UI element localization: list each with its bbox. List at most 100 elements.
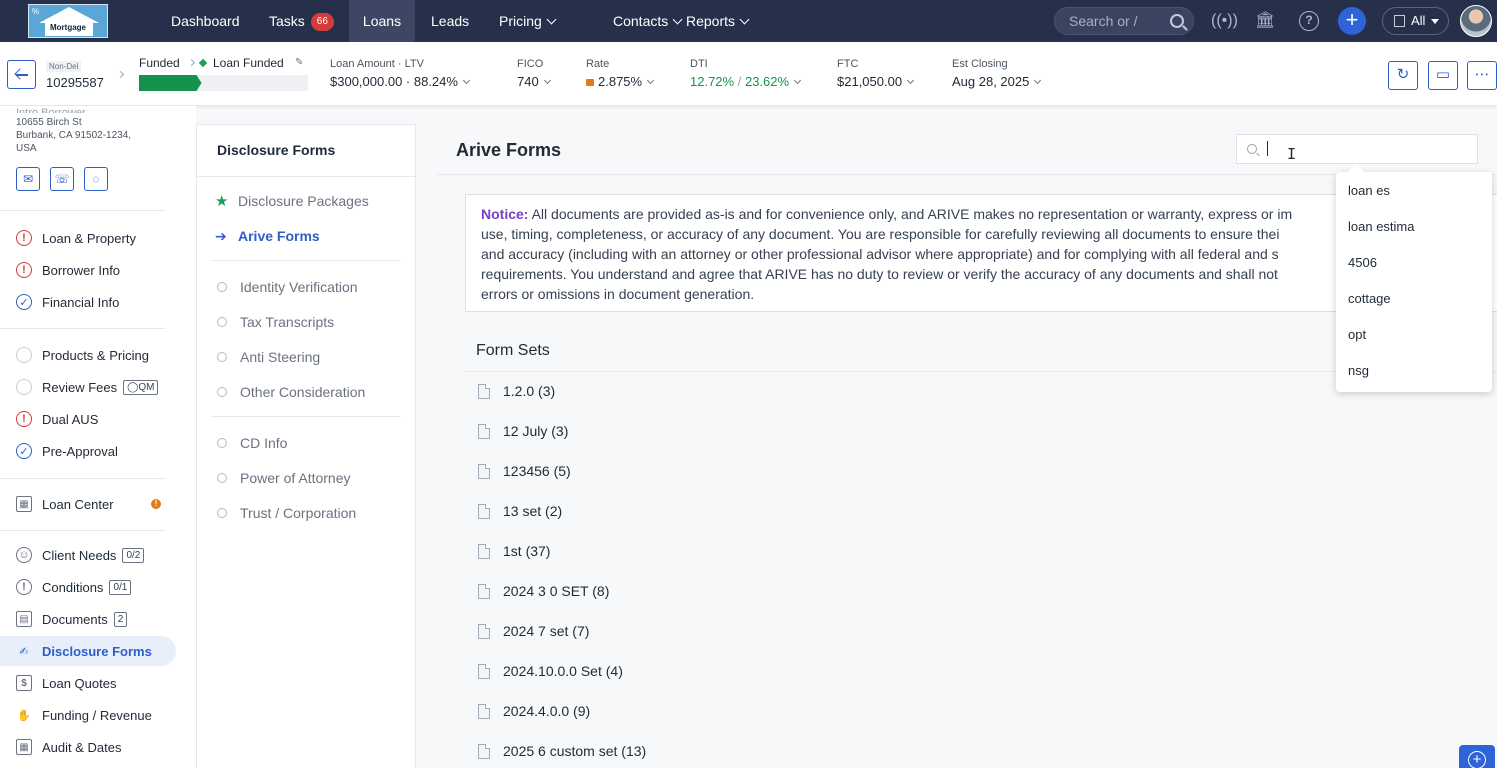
top-nav: % Mortgage Dashboard Tasks 66 Loans Leads… xyxy=(0,0,1497,42)
phone-button[interactable]: ☏ xyxy=(50,167,74,191)
company-logo[interactable]: % Mortgage xyxy=(28,4,108,38)
form-set-row[interactable]: 2024 3 0 SET (8) xyxy=(478,581,609,601)
bank-icon[interactable]: 🏛 xyxy=(1255,11,1275,31)
sidebar-item-dual-aus[interactable]: ! Dual AUS xyxy=(16,407,98,431)
stat-rate[interactable]: Rate 2.875% xyxy=(586,58,655,89)
loan-progress-fill xyxy=(139,75,202,91)
form-set-label: 13 set (2) xyxy=(503,503,563,519)
forms-search-field[interactable] xyxy=(1236,134,1478,164)
suggestion-item[interactable]: cottage xyxy=(1348,291,1391,306)
chevron-down-icon xyxy=(794,76,802,85)
sidebar-item-loan-quotes[interactable]: $ Loan Quotes xyxy=(16,671,116,695)
check-icon: ✓ xyxy=(16,443,32,459)
form-set-label: 12 July (3) xyxy=(503,423,569,439)
loan-number: 10295587 xyxy=(46,75,104,90)
sidebar-item-disclosure-forms[interactable]: ✍ Disclosure Forms xyxy=(16,639,151,663)
menu-anti-steering[interactable]: Anti Steering xyxy=(215,347,320,367)
qm-tag: ◯QM xyxy=(123,379,159,395)
suggestion-item[interactable]: loan es xyxy=(1348,183,1390,198)
text-cursor xyxy=(1267,141,1268,156)
sidebar-item-loan-property[interactable]: ! Loan & Property xyxy=(16,226,136,250)
nav-reports[interactable]: Reports xyxy=(674,0,760,42)
email-button[interactable]: ✉ xyxy=(16,167,40,191)
more-options-button[interactable]: ⋯ xyxy=(1467,61,1497,90)
menu-disclosure-packages[interactable]: ★ Disclosure Packages xyxy=(215,191,369,211)
sidebar-item-products-pricing[interactable]: Products & Pricing xyxy=(16,343,149,367)
edit-pencil-icon[interactable]: ✎ xyxy=(295,57,303,68)
menu-trust-corporation[interactable]: Trust / Corporation xyxy=(215,503,356,523)
sidebar-item-conditions[interactable]: ! Conditions 0/1 xyxy=(16,575,132,599)
warning-icon: ! xyxy=(16,262,32,278)
nav-loans[interactable]: Loans xyxy=(349,0,415,42)
form-set-row[interactable]: 2024 7 set (7) xyxy=(478,621,589,641)
scope-selector[interactable]: All xyxy=(1382,7,1449,35)
suggestion-item[interactable]: 4506 xyxy=(1348,255,1377,270)
disclosure-forms-panel: Disclosure Forms ★ Disclosure Packages ➔ A… xyxy=(196,124,416,768)
menu-other-consideration[interactable]: Other Consideration xyxy=(215,382,365,402)
count-badge: 2 xyxy=(113,611,128,627)
building-icon xyxy=(1394,15,1405,27)
sidebar-item-audit-dates[interactable]: ▦ Audit & Dates xyxy=(16,735,122,759)
form-set-row[interactable]: 1st (37) xyxy=(478,541,550,561)
form-set-row[interactable]: 2024.4.0.0 (9) xyxy=(478,701,590,721)
pdf-file-icon xyxy=(478,663,490,679)
search-suggestions-dropdown: loan es loan estima 4506 cottage opt nsg xyxy=(1336,163,1492,392)
sidebar-item-review-fees[interactable]: Review Fees ◯QM xyxy=(16,375,159,399)
nav-dashboard[interactable]: Dashboard xyxy=(159,0,252,42)
sidebar-item-borrower-info[interactable]: ! Borrower Info xyxy=(16,258,120,282)
forms-search-input[interactable] xyxy=(1267,139,1467,159)
form-set-row[interactable]: 1.2.0 (3) xyxy=(478,381,555,401)
calendar-icon: ▦ xyxy=(16,739,32,755)
create-new-button[interactable]: + xyxy=(1338,7,1366,35)
chat-button[interactable]: ◌ xyxy=(84,167,108,191)
sidebar-item-financial-info[interactable]: ✓ Financial Info xyxy=(16,290,119,314)
lock-icon xyxy=(586,79,594,86)
form-set-label: 2024 7 set (7) xyxy=(503,623,590,639)
stat-fico[interactable]: FICO 740 xyxy=(517,58,551,89)
floating-add-button[interactable]: + xyxy=(1459,745,1495,768)
menu-arive-forms[interactable]: ➔ Arive Forms xyxy=(215,226,320,246)
sidebar-item-funding-revenue[interactable]: ✋ Funding / Revenue xyxy=(16,703,152,727)
refresh-button[interactable]: ↻ xyxy=(1388,61,1418,90)
stat-dti[interactable]: DTI 12.72% / 23.62% xyxy=(690,58,802,89)
nav-tasks[interactable]: Tasks 66 xyxy=(257,0,346,42)
broadcast-icon[interactable]: ((•)) xyxy=(1211,11,1238,31)
menu-power-of-attorney[interactable]: Power of Attorney xyxy=(215,468,351,488)
alert-dot: ! xyxy=(151,499,161,509)
sidebar-item-loan-center[interactable]: ▦ Loan Center xyxy=(16,492,114,516)
search-icon xyxy=(1247,144,1257,154)
pdf-file-icon xyxy=(478,383,490,399)
help-icon[interactable]: ? xyxy=(1299,11,1319,31)
suggestion-item[interactable]: nsg xyxy=(1348,363,1369,378)
sidebar-item-client-needs[interactable]: ☺ Client Needs 0/2 xyxy=(16,543,145,567)
form-set-row[interactable]: 2024.10.0.0 Set (4) xyxy=(478,661,623,681)
form-set-row[interactable]: 2025 6 custom set (13) xyxy=(478,741,646,761)
form-set-row[interactable]: 13 set (2) xyxy=(478,501,562,521)
menu-identity-verification[interactable]: Identity Verification xyxy=(215,277,358,297)
user-avatar[interactable] xyxy=(1460,5,1492,37)
notice-label: Notice: xyxy=(481,206,529,222)
menu-cd-info[interactable]: CD Info xyxy=(215,433,287,453)
global-search-input[interactable]: Search or / xyxy=(1054,7,1194,35)
back-button[interactable] xyxy=(7,60,36,89)
form-set-row[interactable]: 123456 (5) xyxy=(478,461,571,481)
menu-tax-transcripts[interactable]: Tax Transcripts xyxy=(215,312,334,332)
sidebar-item-documents[interactable]: ▤ Documents 2 xyxy=(16,607,128,631)
suggestion-item[interactable]: loan estima xyxy=(1348,219,1414,234)
suggestion-item[interactable]: opt xyxy=(1348,327,1366,342)
messages-button[interactable]: ▭ xyxy=(1428,61,1458,90)
nav-pricing[interactable]: Pricing xyxy=(487,0,567,42)
circle-icon xyxy=(217,508,227,518)
stat-loan-amount[interactable]: Loan Amount · LTV $300,000.00 · 88.24% xyxy=(330,58,470,89)
chevron-down-icon xyxy=(739,14,750,25)
circle-icon xyxy=(217,352,227,362)
warning-icon: ! xyxy=(16,230,32,246)
form-set-row[interactable]: 12 July (3) xyxy=(478,421,568,441)
chat-icon: ▭ xyxy=(1435,66,1451,83)
stat-est-closing[interactable]: Est Closing Aug 28, 2025 xyxy=(952,58,1042,89)
search-icon xyxy=(1170,14,1184,28)
borrower-name: Intro Borrower xyxy=(16,107,86,113)
nav-leads[interactable]: Leads xyxy=(419,0,481,42)
stat-ftc[interactable]: FTC $21,050.00 xyxy=(837,58,915,89)
sidebar-item-pre-approval[interactable]: ✓ Pre-Approval xyxy=(16,439,118,463)
